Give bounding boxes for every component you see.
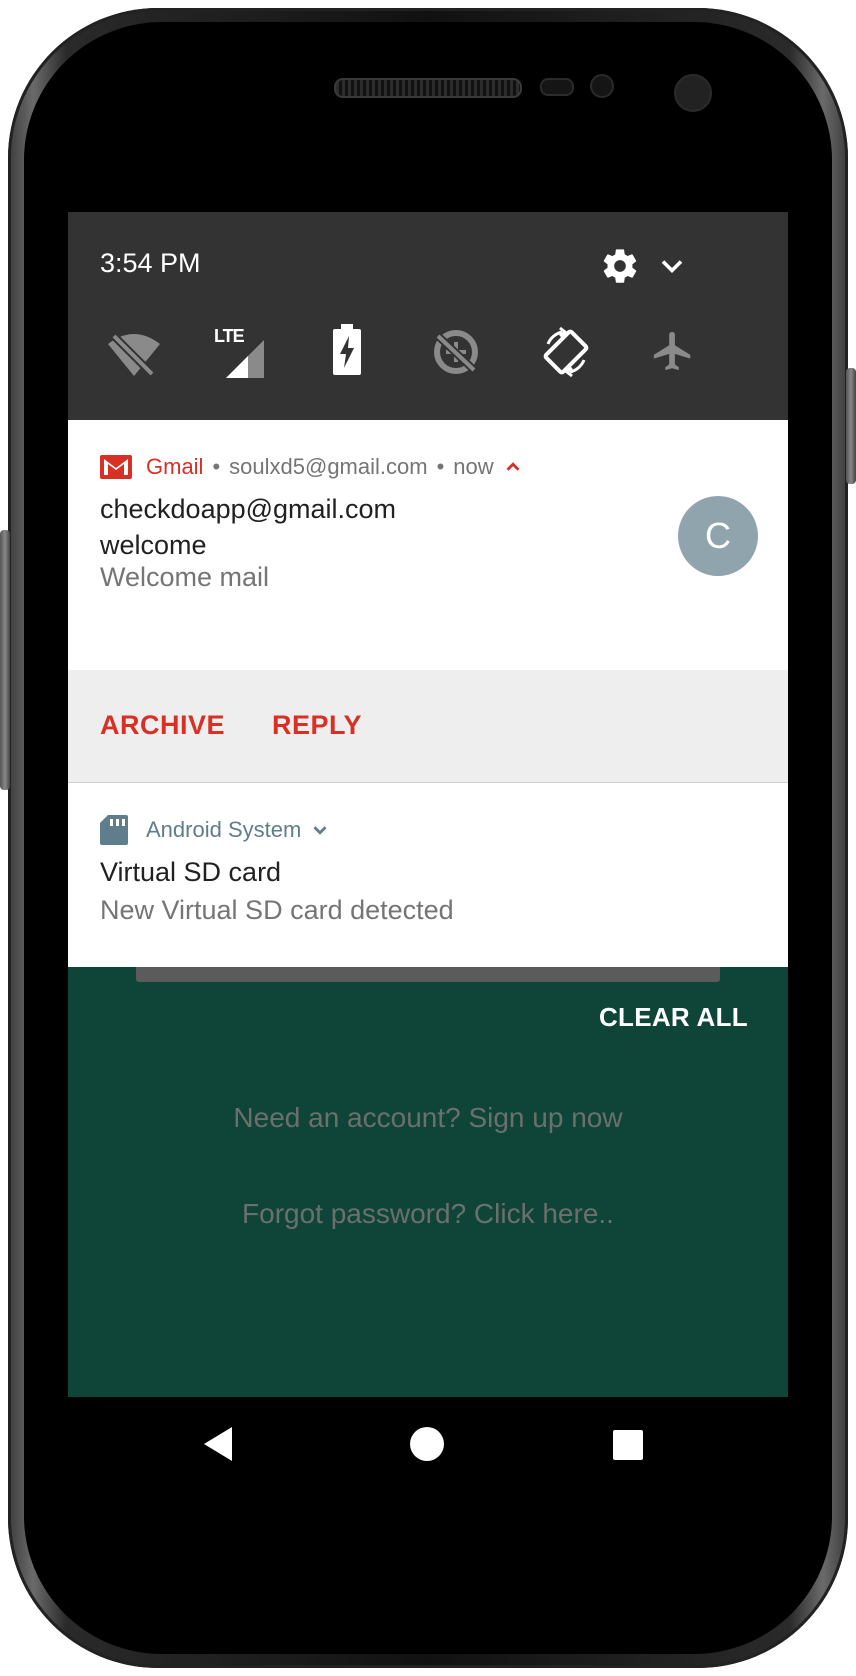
gmail-actions-bar: ARCHIVE REPLY: [68, 670, 788, 783]
light-sensor: [590, 74, 614, 98]
system-notification-header: Android System: [100, 815, 331, 845]
quick-settings-panel: 3:54 PM LTE: [68, 212, 788, 420]
forgot-password-link[interactable]: Forgot password? Click here..: [68, 1198, 788, 1230]
gmail-time: now: [453, 454, 494, 479]
gmail-icon: [100, 455, 132, 479]
gmail-account: soulxd5@gmail.com: [229, 454, 428, 479]
data-saver-off-icon[interactable]: [432, 328, 480, 381]
system-notification[interactable]: Android System Virtual SD card New Virtu…: [68, 783, 788, 967]
home-icon[interactable]: [408, 1425, 446, 1463]
separator-dot: •: [212, 454, 221, 479]
back-icon[interactable]: [200, 1425, 236, 1463]
airplane-mode-icon[interactable]: [650, 328, 696, 379]
gmail-preview: Welcome mail: [100, 562, 270, 592]
proximity-sensor: [540, 78, 574, 96]
power-button: [846, 368, 856, 484]
signup-link[interactable]: Need an account? Sign up now: [68, 1102, 788, 1134]
settings-gear-icon[interactable]: [600, 246, 640, 291]
system-notification-title: Virtual SD card: [100, 857, 282, 887]
lte-signal-icon[interactable]: LTE: [212, 326, 272, 380]
recents-icon[interactable]: [612, 1429, 644, 1461]
screen: Need an account? Sign up now Forgot pass…: [68, 212, 788, 1492]
volume-button: [0, 530, 10, 790]
expand-chevron-icon[interactable]: [654, 248, 690, 289]
archive-button[interactable]: ARCHIVE: [100, 710, 225, 741]
reply-button[interactable]: REPLY: [272, 710, 362, 741]
collapse-chevron-icon[interactable]: [502, 456, 524, 478]
auto-rotate-icon[interactable]: [538, 324, 594, 385]
sender-avatar: C: [678, 496, 758, 576]
earpiece-speaker: [334, 78, 522, 98]
wifi-off-icon[interactable]: [106, 330, 162, 385]
front-camera: [674, 74, 712, 112]
gmail-sender: checkdoapp@gmail.com: [100, 494, 397, 524]
system-notification-text: New Virtual SD card detected: [100, 895, 454, 925]
gmail-notification-header: Gmail • soulxd5@gmail.com • now: [100, 454, 524, 480]
separator-dot: •: [436, 454, 445, 479]
clear-all-button[interactable]: CLEAR ALL: [599, 1002, 748, 1033]
system-app-name: Android System: [146, 817, 302, 842]
sd-card-icon: [100, 815, 128, 845]
navigation-bar: [68, 1397, 788, 1492]
battery-charging-icon[interactable]: [332, 324, 362, 381]
expand-chevron-icon[interactable]: [309, 819, 331, 841]
status-time: 3:54 PM: [100, 248, 201, 278]
gmail-subject: welcome: [100, 530, 207, 560]
gmail-app-name: Gmail: [146, 454, 204, 479]
